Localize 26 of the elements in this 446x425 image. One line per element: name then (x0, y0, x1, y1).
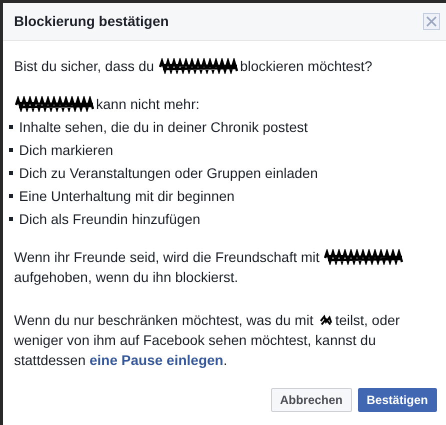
list-item: Dich zu Veranstaltungen oder Gruppen einladen (19, 164, 318, 183)
body-text: blockieren möchtest? (240, 58, 372, 74)
bullet-icon (9, 125, 13, 129)
body-text: . (223, 352, 228, 368)
body-text: stattdessen (14, 352, 86, 368)
bullet-icon (9, 148, 13, 152)
body-text: weniger von ihm auf Facebook sehen möchtest, kannst du (14, 332, 376, 348)
body-text: Bist du sicher, dass du (14, 58, 154, 74)
close-button[interactable] (423, 13, 440, 30)
list-item: Eine Unterhaltung mit dir beginnen (19, 187, 235, 206)
list-item: Dich als Freundin hinzufügen (19, 210, 200, 229)
list-item: Dich markieren (19, 141, 114, 160)
confirm-button[interactable]: Bestätigen (358, 388, 437, 412)
cancel-button[interactable]: Abbrechen (270, 388, 352, 412)
body-text: kann nicht mehr: (96, 96, 200, 112)
bullet-icon (9, 171, 13, 175)
dialog-title: Blockierung bestätigen (14, 12, 169, 31)
body-text: Wenn du nur beschränken möchtest, was du mit (14, 312, 314, 328)
bullet-icon (9, 217, 13, 221)
redaction-scribble (318, 314, 334, 328)
pause-link[interactable]: eine Pause einlegen (90, 352, 224, 368)
body-text: teilst, oder (335, 312, 400, 328)
body-text: aufgehoben, wenn du ihn blockierst. (14, 269, 238, 285)
body-text: Wenn ihr Freunde seid, wird die Freundschaft mit (14, 249, 320, 265)
list-item: Inhalte sehen, die du in deiner Chronik postest (19, 118, 308, 137)
bullet-icon (9, 194, 13, 198)
